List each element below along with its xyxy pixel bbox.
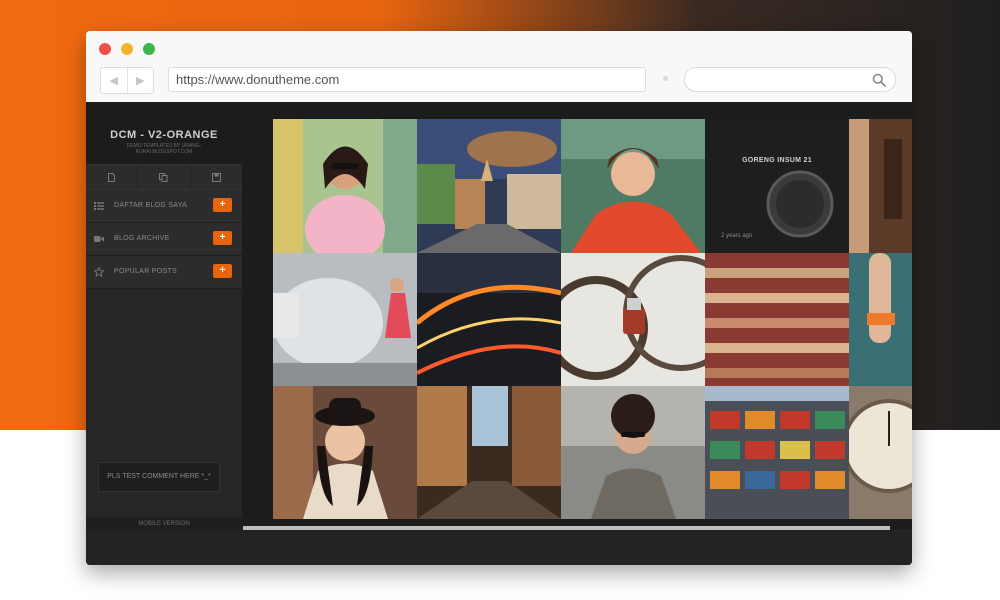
search-icon[interactable] bbox=[872, 73, 886, 87]
portrait-photo-hat bbox=[273, 386, 417, 519]
gauge-dial-photo bbox=[849, 386, 912, 519]
expand-daftar-blog-button[interactable]: + bbox=[213, 198, 232, 212]
tool-document[interactable] bbox=[86, 165, 139, 189]
post-caption-title[interactable]: GORENG INSUM 21 bbox=[705, 157, 849, 164]
menu-label-popular-posts: POPULAR POSTS bbox=[114, 268, 178, 275]
splash-fashion-photo bbox=[273, 253, 417, 386]
old-alley-photo bbox=[417, 386, 561, 519]
photo-thumbnail[interactable] bbox=[417, 386, 561, 519]
photo-thumbnail[interactable]: GORENG INSUM 21 2 years ago bbox=[705, 119, 849, 253]
save-icon bbox=[211, 172, 221, 182]
expand-blog-archive-button[interactable]: + bbox=[213, 231, 232, 245]
mobile-version-link[interactable]: MOBILE VERSION bbox=[86, 517, 242, 531]
menu-label-daftar-blog: DAFTAR BLOG SAYA bbox=[114, 202, 188, 209]
photo-thumbnail[interactable] bbox=[849, 386, 912, 519]
photo-thumbnail[interactable] bbox=[273, 119, 417, 253]
photo-thumbnail[interactable] bbox=[705, 386, 849, 519]
street-town-photo bbox=[417, 119, 561, 253]
photo-thumbnail[interactable] bbox=[849, 253, 912, 386]
rust-wall-photo bbox=[849, 119, 912, 253]
blog-page: DCM - V2-ORANGE DEMO TEMPLATES BY URANG-… bbox=[86, 102, 912, 565]
tool-save[interactable] bbox=[191, 165, 242, 189]
photo-thumbnail[interactable] bbox=[273, 386, 417, 519]
blog-sidebar: DCM - V2-ORANGE DEMO TEMPLATES BY URANG-… bbox=[86, 119, 242, 531]
menu-item-blog-archive[interactable]: BLOG ARCHIVE + bbox=[86, 223, 242, 256]
menu-item-daftar-blog[interactable]: DAFTAR BLOG SAYA + bbox=[86, 190, 242, 223]
back-arrow-icon: ◀ bbox=[109, 75, 118, 87]
forward-button[interactable]: ▶ bbox=[128, 68, 154, 93]
navigation-buttons: ◀ ▶ bbox=[100, 67, 154, 94]
forward-arrow-icon: ▶ bbox=[136, 75, 145, 87]
photo-thumbnail[interactable] bbox=[705, 253, 849, 386]
photo-thumbnail[interactable] bbox=[273, 253, 417, 386]
star-icon bbox=[94, 267, 104, 277]
portrait-photo-red-dress bbox=[561, 119, 705, 253]
night-road-photo bbox=[417, 253, 561, 386]
address-bar[interactable]: https://www.donutheme.com bbox=[168, 67, 646, 92]
expand-popular-posts-button[interactable]: + bbox=[213, 264, 232, 278]
photo-thumbnail[interactable] bbox=[561, 119, 705, 253]
photo-thumbnail[interactable] bbox=[849, 119, 912, 253]
post-caption-time: 2 years ago bbox=[721, 233, 753, 239]
minimize-window-dot[interactable] bbox=[121, 43, 133, 55]
portrait-photo-sunglasses bbox=[273, 119, 417, 253]
market-keys-photo bbox=[705, 253, 849, 386]
back-button[interactable]: ◀ bbox=[101, 68, 128, 93]
photo-gallery-grid: GORENG INSUM 21 2 years ago bbox=[273, 119, 912, 519]
photo-thumbnail[interactable] bbox=[417, 253, 561, 386]
browser-window: ◀ ▶ https://www.donutheme.com DCM - V2-O… bbox=[86, 31, 912, 565]
browser-search-input[interactable] bbox=[684, 67, 896, 92]
blog-title[interactable]: DCM - V2-ORANGE bbox=[86, 119, 242, 141]
bicycle-detail-photo bbox=[561, 253, 705, 386]
photo-thumbnail[interactable] bbox=[561, 386, 705, 519]
menu-item-popular-posts[interactable]: POPULAR POSTS + bbox=[86, 256, 242, 289]
blog-header[interactable]: DCM - V2-ORANGE DEMO TEMPLATES BY URANG-… bbox=[86, 119, 242, 165]
video-icon bbox=[94, 236, 104, 242]
document-icon bbox=[108, 172, 116, 182]
tool-copy[interactable] bbox=[138, 165, 191, 189]
sidebar-tool-row bbox=[86, 165, 242, 190]
browser-toolbar: ◀ ▶ https://www.donutheme.com bbox=[86, 31, 912, 102]
blog-subtitle-line2: KURAI.BLOGSPOT.COM bbox=[135, 149, 193, 155]
portrait-photo-curly-hair bbox=[561, 386, 705, 519]
gallery-shadow-bar bbox=[243, 526, 890, 530]
colorful-balconies-photo bbox=[705, 386, 849, 519]
toolbar-separator-dot bbox=[663, 76, 668, 81]
menu-label-blog-archive: BLOG ARCHIVE bbox=[114, 235, 170, 242]
blog-footer-strip bbox=[86, 529, 912, 565]
photo-thumbnail[interactable] bbox=[561, 253, 705, 386]
photo-thumbnail[interactable] bbox=[417, 119, 561, 253]
test-comment-button[interactable]: PLS TEST COMMENT HERE *_* bbox=[98, 462, 220, 492]
hand-bracelet-photo bbox=[849, 253, 912, 386]
list-icon bbox=[94, 202, 104, 210]
copy-icon bbox=[159, 172, 168, 182]
close-window-dot[interactable] bbox=[99, 43, 111, 55]
maximize-window-dot[interactable] bbox=[143, 43, 155, 55]
